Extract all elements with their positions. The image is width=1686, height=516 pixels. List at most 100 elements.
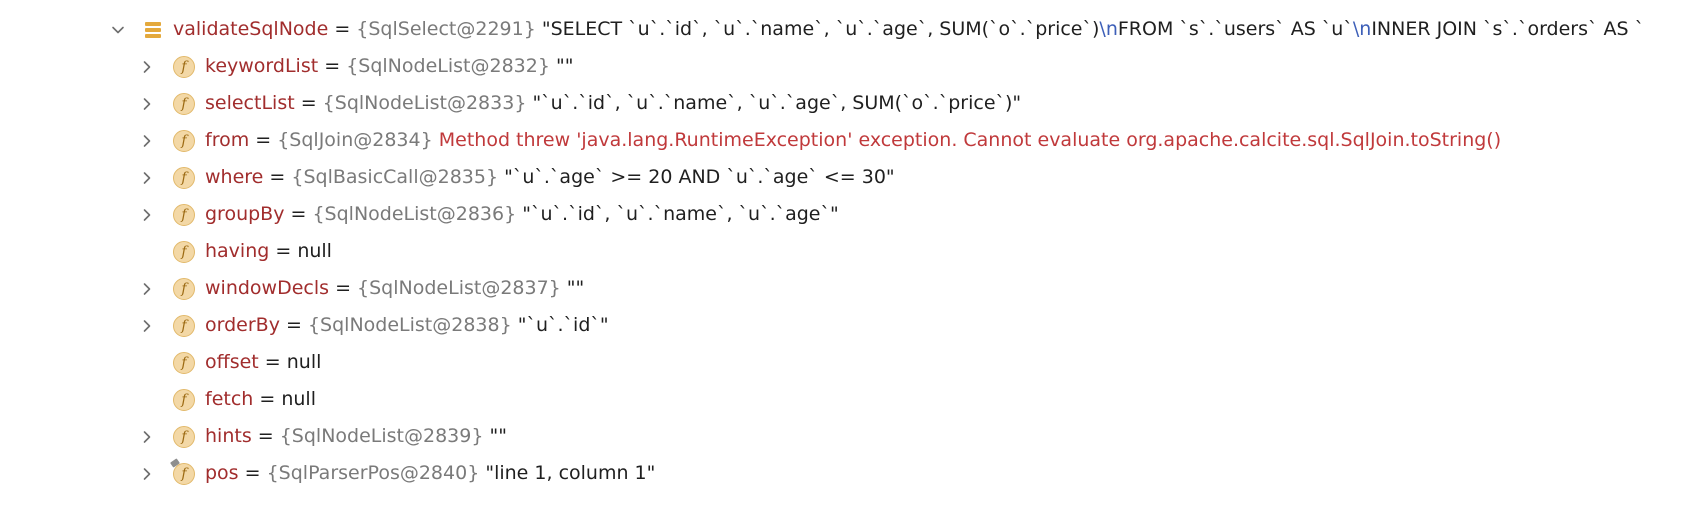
chevron-right-icon[interactable]	[137, 48, 157, 85]
tree-row-from[interactable]: f from = {SqlJoin@2834} Method threw 'jav…	[0, 122, 1686, 159]
chevron-right-icon[interactable]	[137, 270, 157, 307]
escape-sequence: \n	[1352, 18, 1372, 40]
field-text: having = null	[205, 233, 332, 270]
field-text: fetch = null	[205, 381, 316, 418]
field-badge: f	[173, 55, 195, 78]
debugger-variables-tree: validateSqlNode = {SqlSelect@2291} "SELE…	[0, 11, 1686, 492]
field-text: orderBy = {SqlNodeList@2838} "`u`.`id`"	[205, 307, 609, 344]
field-icon: f	[172, 270, 196, 307]
tree-row-keywordList[interactable]: f keywordList = {SqlNodeList@2832} ""	[0, 48, 1686, 85]
field-badge: f	[173, 129, 195, 152]
field-value: ""	[560, 277, 585, 299]
chevron-right-icon[interactable]	[137, 418, 157, 455]
field-value: ""	[549, 55, 574, 77]
field-name: from	[205, 129, 250, 151]
object-reference: {SqlSelect@2291}	[356, 18, 536, 40]
equals-sign: =	[328, 18, 357, 40]
equals-sign: =	[279, 314, 308, 336]
equals-sign: =	[238, 462, 267, 484]
tree-row-fetch[interactable]: f fetch = null	[0, 381, 1686, 418]
field-value: "line 1, column 1"	[479, 462, 656, 484]
field-value: null	[281, 388, 316, 410]
field-badge: f	[173, 203, 195, 226]
field-icon: f	[172, 381, 196, 418]
field-badge: f	[173, 277, 195, 300]
equals-sign: =	[318, 55, 347, 77]
field-value: null	[297, 240, 332, 262]
tree-row-pos[interactable]: f pos = {SqlParserPos@2840} "line 1, colu…	[0, 455, 1686, 492]
equals-sign: =	[329, 277, 358, 299]
field-icon: f	[172, 85, 196, 122]
tree-row-windowDecls[interactable]: f windowDecls = {SqlNodeList@2837} ""	[0, 270, 1686, 307]
tree-row-where[interactable]: f where = {SqlBasicCall@2835} "`u`.`age` …	[0, 159, 1686, 196]
root-text: validateSqlNode = {SqlSelect@2291} "SELE…	[173, 11, 1644, 48]
value-segment: INNER JOIN `s`.`orders` AS `	[1371, 18, 1645, 40]
object-reference: {SqlNodeList@2839}	[279, 425, 484, 447]
field-name: having	[205, 240, 270, 262]
field-name: offset	[205, 351, 259, 373]
chevron-right-icon[interactable]	[137, 85, 157, 122]
field-icon: f	[172, 122, 196, 159]
field-name: fetch	[205, 388, 254, 410]
field-text: hints = {SqlNodeList@2839} ""	[205, 418, 507, 455]
field-icon: f	[172, 307, 196, 344]
variable-value: "SELECT `u`.`id`, `u`.`name`, `u`.`age`,…	[536, 18, 1644, 40]
tree-row-validateSqlNode[interactable]: validateSqlNode = {SqlSelect@2291} "SELE…	[0, 11, 1686, 48]
chevron-right-icon[interactable]	[137, 455, 157, 492]
field-icon: f	[172, 48, 196, 85]
field-text: pos = {SqlParserPos@2840} "line 1, colum…	[205, 455, 655, 492]
equals-sign: =	[258, 351, 287, 373]
field-value: null	[286, 351, 322, 373]
tree-row-groupBy[interactable]: f groupBy = {SqlNodeList@2836} "`u`.`id`,…	[0, 196, 1686, 233]
equals-sign: =	[249, 129, 278, 151]
tree-row-hints[interactable]: f hints = {SqlNodeList@2839} ""	[0, 418, 1686, 455]
field-name: pos	[205, 462, 239, 484]
field-badge: f	[173, 240, 195, 263]
field-name: orderBy	[205, 314, 280, 336]
field-name: where	[205, 166, 264, 188]
field-badge: f	[173, 388, 195, 411]
field-badge: f	[173, 92, 195, 115]
field-icon: f	[172, 233, 196, 270]
field-badge: f	[173, 462, 195, 485]
chevron-right-icon[interactable]	[137, 196, 157, 233]
chevron-right-icon[interactable]	[137, 307, 157, 344]
object-reference: {SqlNodeList@2832}	[346, 55, 550, 77]
object-reference: {SqlNodeList@2838}	[307, 314, 512, 336]
field-value: "`u`.`id`, `u`.`name`, `u`.`age`"	[516, 203, 839, 225]
field-value: "`u`.`age` >= 20 AND `u`.`age` <= 30"	[498, 166, 895, 188]
field-value: "`u`.`id`, `u`.`name`, `u`.`age`, SUM(`o…	[526, 92, 1022, 114]
object-reference: {SqlBasicCall@2835}	[291, 166, 499, 188]
object-reference: {SqlJoin@2834}	[277, 129, 433, 151]
equals-sign: =	[253, 388, 282, 410]
chevron-down-icon[interactable]	[108, 11, 128, 48]
equals-sign: =	[294, 92, 323, 114]
variable-name: validateSqlNode	[173, 18, 329, 40]
field-icon: f	[172, 196, 196, 233]
field-text: from = {SqlJoin@2834} Method threw 'java…	[205, 122, 1501, 159]
tree-row-having[interactable]: f having = null	[0, 233, 1686, 270]
field-name: groupBy	[205, 203, 285, 225]
object-reference: {SqlParserPos@2840}	[266, 462, 480, 484]
object-reference: {SqlNodeList@2833}	[322, 92, 527, 114]
field-text: where = {SqlBasicCall@2835} "`u`.`age` >…	[205, 159, 895, 196]
chevron-right-icon[interactable]	[137, 122, 157, 159]
field-name: selectList	[205, 92, 295, 114]
field-name: keywordList	[205, 55, 319, 77]
tree-row-orderBy[interactable]: f orderBy = {SqlNodeList@2838} "`u`.`id`"	[0, 307, 1686, 344]
object-reference: {SqlNodeList@2836}	[312, 203, 517, 225]
field-text: selectList = {SqlNodeList@2833} "`u`.`id…	[205, 85, 1021, 122]
tree-row-offset[interactable]: f offset = null	[0, 344, 1686, 381]
tree-row-selectList[interactable]: f selectList = {SqlNodeList@2833} "`u`.`i…	[0, 85, 1686, 122]
field-icon: f	[172, 418, 196, 455]
field-value: "`u`.`id`"	[511, 314, 609, 336]
value-segment: FROM `s`.`users` AS `u`	[1117, 18, 1353, 40]
field-icon: f	[172, 344, 196, 381]
field-text: offset = null	[205, 344, 321, 381]
field-badge: f	[173, 425, 195, 448]
error-message: Method threw 'java.lang.RuntimeException…	[432, 129, 1502, 151]
escape-sequence: \n	[1099, 18, 1118, 40]
field-name: windowDecls	[205, 277, 330, 299]
chevron-right-icon[interactable]	[137, 159, 157, 196]
stack-frame-icon	[141, 11, 165, 48]
